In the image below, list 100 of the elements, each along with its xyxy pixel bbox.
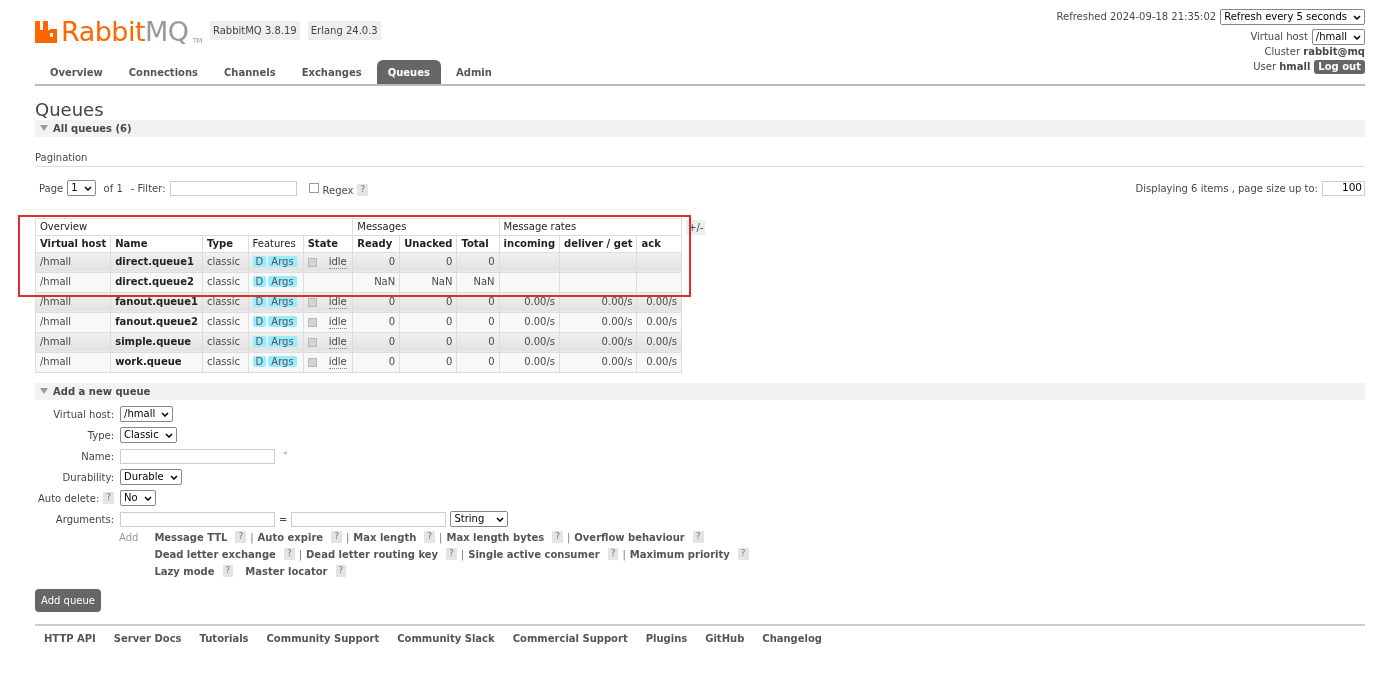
argument-link[interactable]: Lazy mode — [154, 563, 215, 579]
argument-value-field[interactable] — [291, 511, 447, 527]
nav-tab[interactable]: Connections — [117, 60, 209, 84]
separator-text: | — [345, 530, 350, 545]
state-text: idle — [328, 255, 347, 269]
help-button[interactable]: ? — [552, 531, 563, 544]
feature-badge: D — [252, 316, 267, 328]
state-icon — [307, 257, 317, 267]
footer-link[interactable]: Changelog — [762, 630, 823, 646]
feature-badge: D — [252, 356, 267, 368]
argument-link[interactable]: Single active consumer — [468, 546, 600, 562]
nav-tab[interactable]: Channels — [213, 60, 287, 84]
regex-label: Regex — [322, 183, 354, 198]
help-button[interactable]: ? — [335, 565, 347, 578]
field-label: Auto delete: — [38, 491, 100, 506]
footer-link[interactable]: GitHub — [705, 630, 745, 646]
refresh-select[interactable]: Refresh every 5 seconds — [1220, 9, 1365, 25]
vhost-label: Virtual host — [1250, 29, 1308, 44]
nav-tab[interactable]: Overview — [39, 60, 114, 84]
nav-tab[interactable]: Exchanges — [290, 60, 373, 84]
argument-link[interactable]: Maximum priority — [629, 546, 730, 562]
cluster-text: Cluster rabbit@mq — [1264, 46, 1365, 57]
table-cell: /hmall — [35, 272, 111, 293]
page-size-field[interactable]: 100 — [1322, 180, 1365, 196]
argument-link[interactable]: Master locator — [245, 563, 328, 579]
help-button[interactable]: ? — [283, 548, 295, 561]
feature-badge: Args — [268, 356, 297, 368]
argument-type-select[interactable]: String — [450, 511, 509, 528]
table-cell: /hmall — [35, 252, 111, 273]
argument-link[interactable]: Message TTL — [154, 529, 228, 545]
field-label: Durability: — [62, 470, 115, 485]
caret-icon — [1353, 34, 1361, 40]
state-text: idle — [328, 295, 347, 309]
state-text: idle — [328, 315, 347, 329]
select-field[interactable]: /hmall — [120, 406, 174, 423]
help-button[interactable]: ? — [235, 531, 247, 544]
column-group-header: Message rates — [499, 218, 682, 236]
caret-icon — [496, 516, 505, 522]
version-label: RabbitMQ 3.8.19 — [209, 21, 300, 40]
page-label: Page — [39, 181, 64, 196]
separator-text: | — [460, 547, 465, 562]
feature-badge: D — [252, 276, 267, 288]
field-label: Type: — [87, 428, 115, 443]
nav-tab[interactable]: Queues — [376, 60, 441, 84]
footer-link[interactable]: Community Support — [266, 630, 380, 646]
help-button[interactable]: ? — [446, 548, 457, 561]
help-button[interactable]: ? — [103, 492, 115, 505]
caret-icon — [161, 411, 170, 417]
regex-checkbox[interactable] — [308, 183, 319, 194]
footer-link[interactable]: Community Slack — [397, 630, 495, 646]
field-label: Arguments: — [55, 512, 115, 527]
help-button[interactable]: ? — [607, 548, 619, 561]
argument-link[interactable]: Auto expire — [257, 529, 324, 545]
table-cell: /hmall — [35, 312, 111, 333]
footer-link[interactable]: Plugins — [645, 630, 688, 646]
name-field[interactable] — [120, 448, 276, 464]
caret-icon — [164, 432, 173, 438]
vhost-select[interactable]: /hmall — [1311, 29, 1365, 45]
help-button[interactable]: ? — [737, 548, 749, 561]
footer-link[interactable]: Server Docs — [113, 630, 182, 646]
argument-link[interactable]: Max length bytes — [446, 529, 545, 545]
pagination-heading: Pagination — [35, 142, 1365, 167]
logo-text: RabbitMQ — [61, 18, 189, 45]
help-button[interactable]: ? — [424, 531, 436, 544]
logo-icon — [35, 20, 57, 43]
required-mark: * — [283, 448, 288, 462]
filter-field[interactable] — [169, 180, 297, 196]
table-cell: /hmall — [35, 332, 111, 353]
page-select[interactable]: 1 — [67, 180, 96, 197]
version-label: Erlang 24.0.3 — [307, 21, 381, 40]
argument-link[interactable]: Dead letter routing key — [306, 546, 439, 562]
feature-badge: Args — [268, 276, 297, 288]
footer-link[interactable]: Commercial Support — [512, 630, 628, 646]
argument-link[interactable]: Overflow behaviour — [574, 529, 685, 545]
footer-link[interactable]: Tutorials — [199, 630, 249, 646]
column-group-header: Messages — [352, 218, 500, 236]
add-queue-button[interactable]: Add queue — [35, 588, 101, 612]
feature-badge: Args — [268, 296, 297, 308]
add-label: Add — [119, 530, 139, 545]
state-text: idle — [328, 355, 347, 369]
argument-link[interactable]: Dead letter exchange — [154, 546, 276, 562]
select-field[interactable]: No — [120, 490, 156, 507]
nav-tab[interactable]: Admin — [445, 60, 503, 84]
caret-icon — [83, 185, 92, 191]
argument-link[interactable]: Max length — [353, 529, 417, 545]
feature-badge: D — [252, 256, 267, 268]
separator-text: | — [439, 530, 443, 545]
select-field[interactable]: Durable — [120, 469, 182, 486]
select-field[interactable]: Classic — [120, 427, 177, 444]
help-button[interactable]: ? — [692, 531, 704, 544]
help-button[interactable]: ? — [222, 565, 234, 578]
logout-button[interactable]: Log out — [1314, 59, 1365, 74]
help-button[interactable]: ? — [331, 531, 342, 544]
argument-key-field[interactable] — [120, 511, 276, 527]
caret-icon — [1353, 14, 1361, 20]
equals-sign: = — [279, 512, 288, 527]
footer-link[interactable]: HTTP API — [44, 630, 96, 646]
section-header[interactable]: Add a new queue — [35, 382, 1365, 400]
help-button[interactable]: ? — [357, 184, 369, 197]
section-header[interactable]: All queues (6) — [35, 119, 1365, 137]
